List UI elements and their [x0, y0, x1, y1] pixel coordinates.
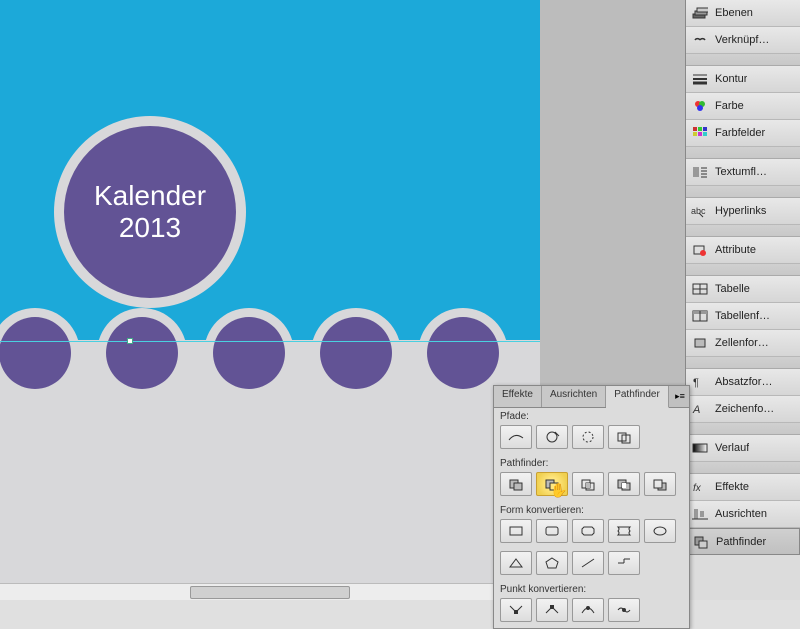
panel-tabellenf[interactable]: Tabellenf… — [686, 303, 800, 330]
panel-verknuepf[interactable]: Verknüpf… — [686, 27, 800, 54]
panel-kontur[interactable]: Kontur — [686, 66, 800, 93]
point-symmetric-button[interactable] — [608, 598, 640, 622]
swatches-icon — [691, 125, 709, 141]
panel-absatzfor[interactable]: ¶Absatzfor… — [686, 369, 800, 396]
path-reverse-button[interactable] — [608, 425, 640, 449]
tab-pathfinder[interactable]: Pathfinder — [606, 386, 669, 408]
shape-line-button[interactable] — [572, 551, 604, 575]
circle-2[interactable] — [106, 317, 178, 389]
scrollbar-thumb[interactable] — [190, 586, 350, 599]
panel-textumfl[interactable]: Textumfl… — [686, 159, 800, 186]
panel-farbe[interactable]: Farbe — [686, 93, 800, 120]
small-circles-row — [0, 310, 540, 390]
tablestyles-icon — [691, 308, 709, 324]
panel-ausrichten[interactable]: Ausrichten — [686, 501, 800, 528]
tab-ausrichten[interactable]: Ausrichten — [542, 386, 606, 407]
shape-rect-button[interactable] — [500, 519, 532, 543]
panel-separator — [686, 462, 800, 474]
panel-separator — [686, 357, 800, 369]
shape-orthline-button[interactable] — [608, 551, 640, 575]
section-convertshape-label: Form konvertieren: — [494, 502, 689, 517]
shape-triangle-button[interactable] — [500, 551, 532, 575]
path-close-button[interactable] — [572, 425, 604, 449]
panel-farbfelder[interactable]: Farbfelder — [686, 120, 800, 147]
svg-text:abc: abc — [691, 206, 706, 216]
panel-tabs: Effekte Ausrichten Pathfinder ▸≡ — [494, 386, 689, 408]
point-plain-button[interactable] — [500, 598, 532, 622]
section-paths-label: Pfade: — [494, 408, 689, 423]
pathfinder-subtract-button[interactable]: ✋ — [536, 472, 568, 496]
big-circle[interactable]: Kalender 2013 — [64, 126, 236, 298]
panel-menu-icon[interactable]: ▸≡ — [671, 386, 689, 407]
svg-text:A: A — [692, 404, 700, 416]
cellstyles-icon — [691, 335, 709, 351]
circle-5[interactable] — [427, 317, 499, 389]
textwrap-icon — [691, 164, 709, 180]
panel-zellenfor[interactable]: Zellenfor… — [686, 330, 800, 357]
svg-text:fx: fx — [693, 483, 702, 494]
convertpoint-row — [494, 596, 689, 628]
panel-ebenen[interactable]: Ebenen — [686, 0, 800, 27]
table-icon — [691, 281, 709, 297]
pathfinder-minusback-button[interactable] — [644, 472, 676, 496]
layers-icon — [691, 5, 709, 21]
panel-separator — [686, 423, 800, 435]
align-icon — [691, 506, 709, 522]
title-line-1: Kalender — [94, 180, 206, 212]
shape-ellipse-button[interactable] — [644, 519, 676, 543]
panel-tabelle[interactable]: Tabelle — [686, 276, 800, 303]
point-corner-button[interactable] — [536, 598, 568, 622]
panel-pathfinder[interactable]: Pathfinder — [686, 528, 800, 555]
path-open-button[interactable] — [536, 425, 568, 449]
svg-text:¶: ¶ — [693, 377, 699, 389]
canvas-area[interactable]: Kalender 2013 — [0, 0, 540, 600]
panel-hyperlinks[interactable]: abcHyperlinks — [686, 198, 800, 225]
panel-zeichenfo[interactable]: AZeichenfo… — [686, 396, 800, 423]
circle-3[interactable] — [213, 317, 285, 389]
panel-sidebar: Ebenen Verknüpf… Kontur Farbe Farbfelder… — [685, 0, 800, 600]
links-icon — [691, 32, 709, 48]
shape-roundrect-button[interactable] — [536, 519, 568, 543]
panel-effekte[interactable]: fxEffekte — [686, 474, 800, 501]
pathfinder-row: ✋ — [494, 470, 689, 502]
paths-row — [494, 423, 689, 455]
path-join-button[interactable] — [500, 425, 532, 449]
convertshape-row-1 — [494, 517, 689, 549]
gradient-icon — [691, 440, 709, 456]
pathfinder-icon — [692, 534, 710, 550]
circle-1[interactable] — [0, 317, 71, 389]
horizontal-scrollbar[interactable] — [0, 583, 540, 600]
shape-inverseround-button[interactable] — [608, 519, 640, 543]
panel-separator — [686, 147, 800, 159]
title-line-2: 2013 — [119, 212, 181, 244]
pathfinder-exclude-button[interactable] — [608, 472, 640, 496]
parastyles-icon: ¶ — [691, 374, 709, 390]
selection-handle[interactable] — [127, 338, 133, 344]
section-pathfinder-label: Pathfinder: — [494, 455, 689, 470]
section-convertpoint-label: Punkt konvertieren: — [494, 581, 689, 596]
panel-separator — [686, 186, 800, 198]
attributes-icon — [691, 242, 709, 258]
panel-separator — [686, 54, 800, 66]
panel-separator — [686, 225, 800, 237]
circle-4[interactable] — [320, 317, 392, 389]
pathfinder-intersect-button[interactable] — [572, 472, 604, 496]
effects-icon: fx — [691, 479, 709, 495]
tab-effekte[interactable]: Effekte — [494, 386, 542, 407]
stroke-icon — [691, 71, 709, 87]
pathfinder-add-button[interactable] — [500, 472, 532, 496]
hyperlinks-icon: abc — [691, 203, 709, 219]
panel-verlauf[interactable]: Verlauf — [686, 435, 800, 462]
selection-edge — [0, 341, 555, 342]
panel-attribute[interactable]: Attribute — [686, 237, 800, 264]
panel-separator — [686, 264, 800, 276]
pathfinder-floating-panel[interactable]: Effekte Ausrichten Pathfinder ▸≡ Pfade: … — [493, 385, 690, 629]
point-smooth-button[interactable] — [572, 598, 604, 622]
color-icon — [691, 98, 709, 114]
shape-polygon-button[interactable] — [536, 551, 568, 575]
convertshape-row-2 — [494, 549, 689, 581]
shape-bevelrect-button[interactable] — [572, 519, 604, 543]
charstyles-icon: A — [691, 401, 709, 417]
